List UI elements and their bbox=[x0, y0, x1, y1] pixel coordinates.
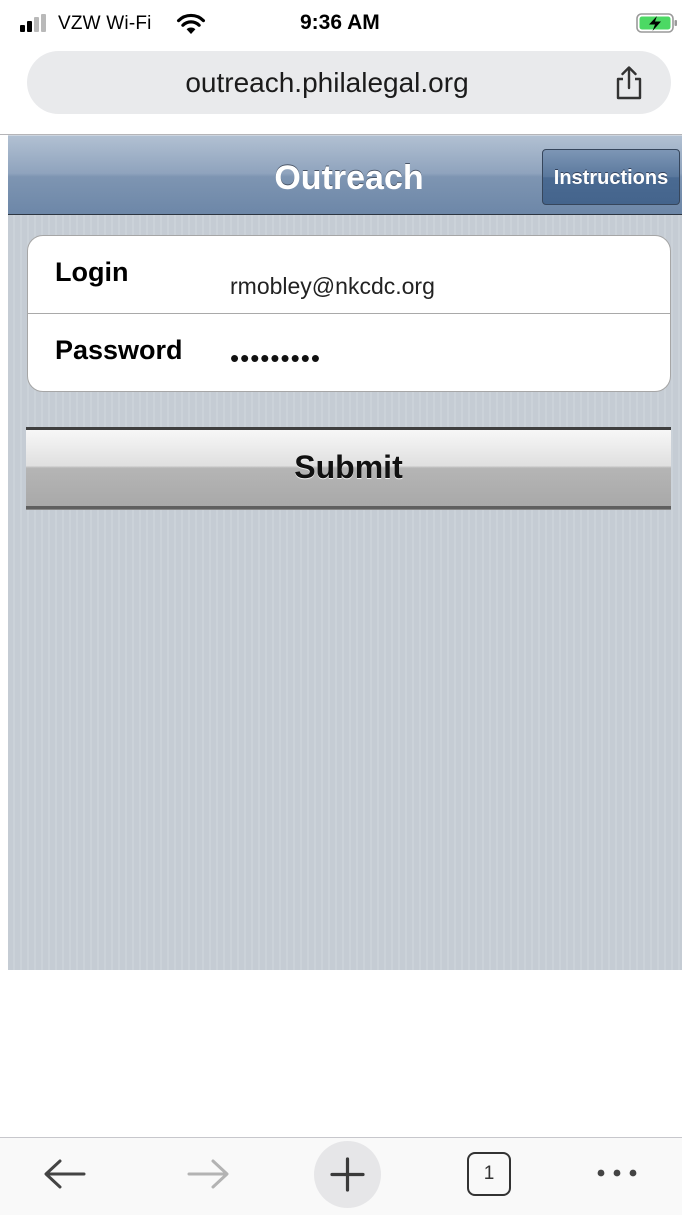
arrow-left-icon[interactable] bbox=[40, 1154, 90, 1194]
login-form: Login rmobley@nkcdc.org Password •••••••… bbox=[27, 235, 671, 392]
url-text[interactable]: outreach.philalegal.org bbox=[27, 51, 627, 114]
arrow-right-icon[interactable] bbox=[183, 1154, 233, 1194]
password-input[interactable]: ••••••••• bbox=[230, 343, 321, 373]
wifi-icon bbox=[177, 13, 205, 34]
submit-label: Submit bbox=[294, 449, 403, 485]
login-row[interactable]: Login rmobley@nkcdc.org bbox=[28, 236, 670, 314]
instructions-button[interactable]: Instructions bbox=[542, 149, 680, 205]
submit-button[interactable]: Submit bbox=[26, 427, 671, 509]
browser-bottom-toolbar: 1 bbox=[0, 1138, 682, 1215]
carrier-name: VZW Wi-Fi bbox=[58, 13, 152, 34]
new-tab-button[interactable] bbox=[314, 1141, 381, 1208]
status-bar: VZW Wi-Fi 9:36 AM bbox=[0, 0, 682, 46]
login-label: Login bbox=[55, 257, 129, 287]
status-time: 9:36 AM bbox=[300, 11, 380, 34]
address-bar[interactable]: outreach.philalegal.org bbox=[27, 51, 671, 114]
password-row[interactable]: Password ••••••••• bbox=[28, 314, 670, 391]
app-toolbar: Outreach Instructions bbox=[8, 135, 682, 215]
battery-charging-icon bbox=[636, 13, 677, 33]
share-icon[interactable] bbox=[612, 65, 646, 101]
tab-count-button[interactable]: 1 bbox=[467, 1152, 511, 1196]
ellipsis-icon[interactable] bbox=[592, 1162, 642, 1184]
login-input[interactable]: rmobley@nkcdc.org bbox=[230, 272, 435, 300]
web-page-content: Outreach Instructions Login rmobley@nkcd… bbox=[8, 135, 682, 970]
plus-icon bbox=[330, 1157, 365, 1192]
password-label: Password bbox=[55, 335, 183, 365]
signal-icon bbox=[20, 14, 54, 32]
